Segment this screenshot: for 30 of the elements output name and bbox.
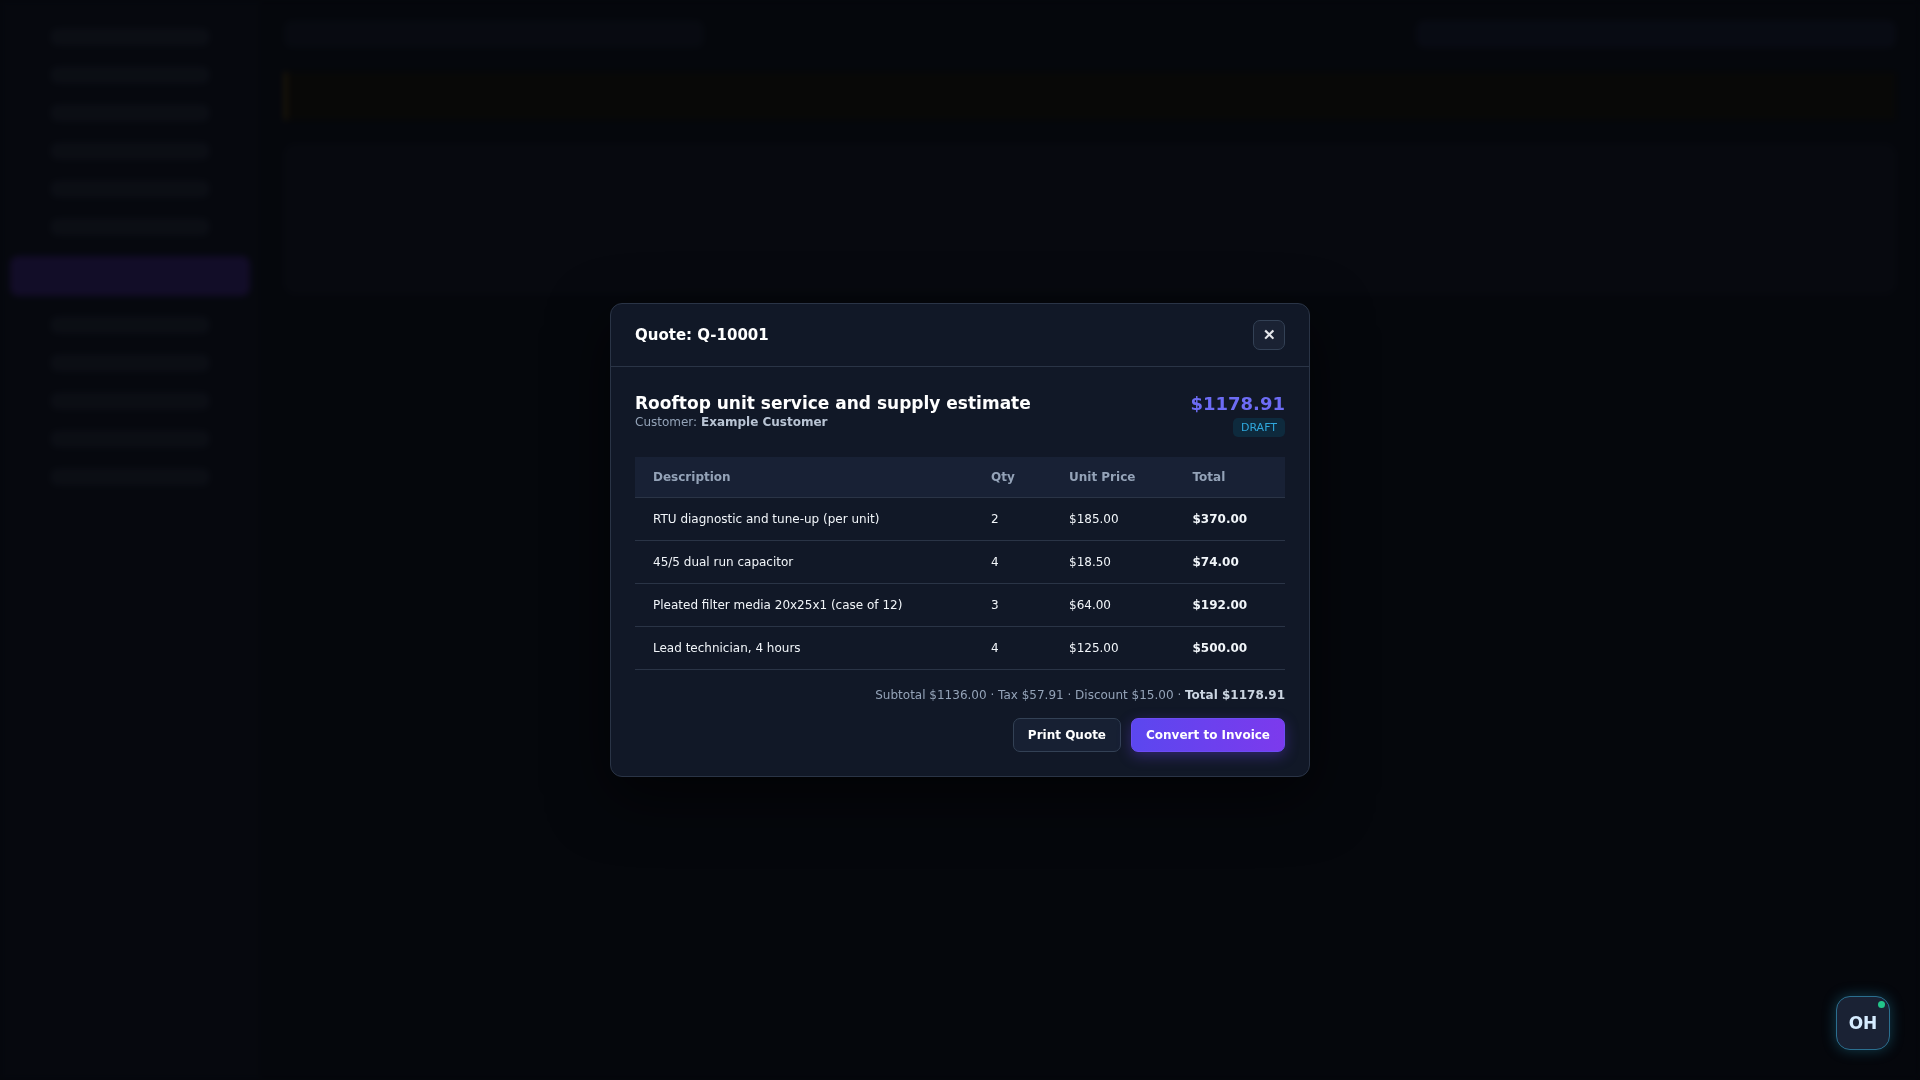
dialog-title: Quote: Q-10001	[635, 326, 769, 344]
table-cell: $370.00	[1174, 497, 1285, 541]
status-badge: DRAFT	[1232, 418, 1285, 437]
customer-line: Customer: Example Customer	[635, 415, 829, 429]
table-cell: Pleated filter media 20x25x1 (case of 12)	[635, 583, 973, 627]
table-cell: $64.00	[1051, 583, 1175, 627]
close-button[interactable]: ✕	[1253, 320, 1285, 350]
table-cell: RTU diagnostic and tune-up (per unit)	[635, 497, 973, 541]
table-cell: $18.50	[1051, 540, 1175, 584]
table-cell: 4	[973, 540, 1051, 584]
column-header: Total	[1174, 457, 1285, 498]
table-cell: 4	[973, 626, 1051, 670]
table-cell: Lead technician, 4 hours	[635, 626, 973, 670]
quote-heading: Rooftop unit service and supply estimate	[635, 393, 1031, 413]
table-cell: 45/5 dual run capacitor	[635, 540, 973, 584]
convert-button[interactable]: Convert to Invoice	[1131, 718, 1285, 752]
table-cell: $74.00	[1174, 540, 1285, 584]
table-cell: 3	[973, 583, 1051, 627]
table-cell: $500.00	[1174, 626, 1285, 670]
table-cell: $185.00	[1051, 497, 1175, 541]
print-button[interactable]: Print Quote	[1012, 718, 1121, 752]
table-cell: 2	[973, 497, 1051, 541]
column-header: Description	[635, 457, 973, 498]
column-header: Qty	[973, 457, 1051, 498]
quote-amount: $1178.91	[1190, 393, 1285, 414]
chat-avatar-button[interactable]: OH	[1836, 996, 1890, 1050]
column-header: Unit Price	[1051, 457, 1175, 498]
table-cell: $192.00	[1174, 583, 1285, 627]
table-cell: $125.00	[1051, 626, 1175, 670]
totals-summary: Subtotal $1136.00 · Tax $57.91 · Discount $15.00 · Total $1178.91	[874, 688, 1285, 702]
